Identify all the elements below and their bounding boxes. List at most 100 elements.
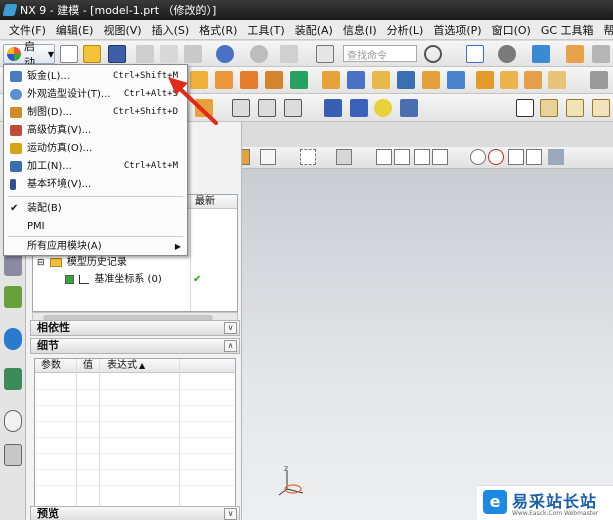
arc-icon[interactable] xyxy=(232,99,250,117)
part-navigator-icon[interactable] xyxy=(4,286,22,308)
snap-curve-icon[interactable] xyxy=(452,149,468,165)
command-finder-icon[interactable] xyxy=(316,45,334,63)
analysis-icon[interactable] xyxy=(374,99,392,117)
menu-gc-toolkit[interactable]: GC 工具箱 xyxy=(536,22,599,38)
assembly-navigator-icon[interactable] xyxy=(4,254,22,276)
offset-face-icon[interactable] xyxy=(548,71,566,89)
menu-analysis[interactable]: 分析(L) xyxy=(382,22,429,38)
subtract-icon[interactable] xyxy=(347,71,365,89)
pattern-icon[interactable] xyxy=(590,71,608,89)
menu-item-assembly[interactable]: ✔ 装配(B) xyxy=(4,200,187,217)
menu-item-shape-studio[interactable]: 外观造型设计(T)... Ctrl+Alt+S xyxy=(4,86,187,103)
show-hide-icon[interactable] xyxy=(336,149,352,165)
preview-section-header[interactable]: 预览 ∨ xyxy=(30,506,240,520)
menu-preferences[interactable]: 首选项(P) xyxy=(428,22,486,38)
spreadsheet-icon[interactable] xyxy=(592,99,610,117)
latest-column-header[interactable]: 最新 xyxy=(195,195,215,209)
layer-icon[interactable] xyxy=(592,45,610,63)
line-icon[interactable] xyxy=(195,99,213,117)
snap-mid-icon[interactable] xyxy=(394,149,410,165)
chamfer-icon[interactable] xyxy=(422,71,440,89)
menu-insert[interactable]: 插入(S) xyxy=(147,22,195,38)
menu-view[interactable]: 视图(V) xyxy=(98,22,146,38)
intersect-icon[interactable] xyxy=(372,71,390,89)
new-file-icon[interactable] xyxy=(60,45,78,63)
collapse-icon[interactable]: ⊟ xyxy=(37,258,45,268)
snap-circle-icon[interactable] xyxy=(488,149,504,165)
copy-icon[interactable] xyxy=(160,45,178,63)
chevron-down-icon[interactable]: ∨ xyxy=(224,322,237,334)
details-section-header[interactable]: 细节 ∧ xyxy=(30,338,240,354)
roles-icon[interactable] xyxy=(566,45,584,63)
paste-icon[interactable] xyxy=(184,45,202,63)
menu-window[interactable]: 窗口(O) xyxy=(487,22,536,38)
snap-line-icon[interactable] xyxy=(414,149,430,165)
select-curve-icon[interactable] xyxy=(260,149,276,165)
snap-diagonal-icon[interactable] xyxy=(526,149,542,165)
menu-item-manufacturing[interactable]: 加工(N)... Ctrl+Alt+M xyxy=(4,158,187,175)
datum-icon[interactable] xyxy=(290,71,308,89)
select-rectangle-icon[interactable] xyxy=(300,149,316,165)
sketch-icon[interactable] xyxy=(190,71,208,89)
chevron-up-icon[interactable]: ∧ xyxy=(224,340,237,352)
command-search-input[interactable]: 查找命令 xyxy=(343,45,417,62)
save-icon[interactable] xyxy=(108,45,126,63)
menu-file[interactable]: 文件(F) xyxy=(4,22,51,38)
triangle-icon[interactable] xyxy=(516,99,534,117)
menu-item-drafting[interactable]: 制图(D)... Ctrl+Shift+D xyxy=(4,104,187,121)
unite-icon[interactable] xyxy=(322,71,340,89)
menu-item-advanced-simulation[interactable]: 高级仿真(V)... xyxy=(4,122,187,139)
param-column-header[interactable]: 参数 xyxy=(41,359,61,373)
table-icon[interactable] xyxy=(540,99,558,117)
menu-item-gateway[interactable]: 基本环境(V)... xyxy=(4,176,187,193)
menu-assembly[interactable]: 装配(A) xyxy=(290,22,338,38)
dependencies-section-header[interactable]: 相依性 ∨ xyxy=(30,320,240,336)
value-column-header[interactable]: 值 xyxy=(83,359,93,373)
sort-ascending-icon[interactable]: ▲ xyxy=(139,359,145,373)
repeat-command-icon[interactable] xyxy=(280,45,298,63)
web-browser-icon[interactable] xyxy=(4,368,22,390)
redo-icon[interactable] xyxy=(250,45,268,63)
menu-tools[interactable]: 工具(T) xyxy=(242,22,289,38)
chevron-down-icon[interactable]: ∨ xyxy=(224,508,237,520)
orient-view-icon[interactable] xyxy=(532,45,550,63)
cut-icon[interactable] xyxy=(136,45,154,63)
visibility-checkbox[interactable] xyxy=(65,274,74,284)
datum-csys-row[interactable]: 基准坐标系 (0) ✔ xyxy=(33,272,237,288)
select-filter-icon[interactable] xyxy=(466,45,484,63)
menu-item-pmi[interactable]: PMI xyxy=(4,218,187,235)
helix-icon[interactable] xyxy=(284,99,302,117)
draft-icon[interactable] xyxy=(476,71,494,89)
render-style-icon[interactable] xyxy=(498,45,516,63)
snap-center-icon[interactable] xyxy=(470,149,486,165)
history-icon[interactable] xyxy=(4,410,22,432)
grid-icon[interactable] xyxy=(566,99,584,117)
snap-tangent-icon[interactable] xyxy=(432,149,448,165)
trim-body-icon[interactable] xyxy=(500,71,518,89)
menu-item-sheet-metal[interactable]: 钣金(L)... Ctrl+Shift+M xyxy=(4,68,187,85)
menu-information[interactable]: 信息(I) xyxy=(338,22,382,38)
menu-item-all-applications[interactable]: 所有应用模块(A) ▶ xyxy=(4,238,187,255)
open-folder-icon[interactable] xyxy=(83,45,101,63)
expression-icon[interactable] xyxy=(324,99,342,117)
reuse-library-icon[interactable] xyxy=(4,328,22,350)
tools-icon[interactable] xyxy=(400,99,418,117)
undo-icon[interactable] xyxy=(216,45,234,63)
snap-cross-icon[interactable] xyxy=(508,149,524,165)
search-icon[interactable] xyxy=(424,45,442,63)
menu-edit[interactable]: 编辑(E) xyxy=(51,22,99,38)
extrude-icon[interactable] xyxy=(215,71,233,89)
shell-icon[interactable] xyxy=(447,71,465,89)
snap-point-icon[interactable] xyxy=(548,149,564,165)
roles-tab-icon[interactable] xyxy=(4,444,22,466)
hole-icon[interactable] xyxy=(265,71,283,89)
revolve-icon[interactable] xyxy=(240,71,258,89)
menu-format[interactable]: 格式(R) xyxy=(194,22,242,38)
start-button[interactable]: 启动 ▼ xyxy=(3,40,55,69)
spline-icon[interactable] xyxy=(258,99,276,117)
menu-help[interactable]: 帮助(H) xyxy=(599,22,613,38)
expression-column-header[interactable]: 表达式 xyxy=(107,359,137,373)
measure-icon[interactable] xyxy=(350,99,368,117)
snap-end-icon[interactable] xyxy=(376,149,392,165)
model-history-row[interactable]: ⊟ 模型历史记录 xyxy=(33,255,237,271)
